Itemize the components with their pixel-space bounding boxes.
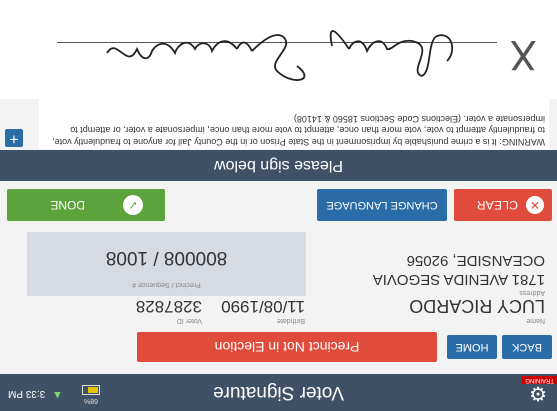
voter-signature-screen: ⚙ TRAINING Voter Signature 68% ▲ 3:33 PM… bbox=[0, 0, 557, 411]
name-label: Name bbox=[526, 317, 545, 324]
change-language-button[interactable]: CHANGE LANGUAGE bbox=[317, 189, 447, 221]
check-icon: ✓ bbox=[123, 195, 143, 215]
top-bar: ⚙ TRAINING Voter Signature 68% ▲ 3:33 PM bbox=[0, 374, 557, 411]
legal-warning: WARNING: It is a crime punishable by imp… bbox=[39, 99, 549, 149]
voter-id: 3287828 bbox=[135, 297, 202, 316]
voter-id-label: Voter ID bbox=[176, 317, 202, 324]
voter-name: LUCY RICARDO bbox=[409, 296, 545, 316]
birthdate-label: Birthdate bbox=[276, 317, 305, 324]
close-icon: ✕ bbox=[526, 196, 544, 214]
precinct-label: Precinct / Sequence # bbox=[132, 281, 201, 288]
clear-button[interactable]: ✕ CLEAR bbox=[454, 189, 552, 221]
wifi-icon: ▲ bbox=[52, 389, 63, 401]
expand-plus-button[interactable]: + bbox=[5, 129, 23, 147]
precinct-value: 800008 / 1008 bbox=[105, 247, 228, 268]
done-label: DONE bbox=[50, 198, 85, 212]
address-line1: 1781 AVENIDA SEGOVIA bbox=[372, 271, 545, 288]
battery-indicator: 68% bbox=[80, 385, 102, 404]
address-line2: OCEANSIDE, 92056 bbox=[406, 252, 545, 269]
battery-percent: 68% bbox=[84, 397, 99, 404]
voter-birthdate: 11/08/1990 bbox=[221, 297, 305, 316]
home-button[interactable]: HOME bbox=[447, 335, 497, 359]
clear-label: CLEAR bbox=[476, 198, 518, 212]
battery-icon bbox=[82, 385, 100, 395]
precinct-box: Precinct / Sequence # 800008 / 1008 bbox=[27, 232, 306, 296]
signature-x-mark: X bbox=[509, 31, 537, 77]
signature-drawing bbox=[106, 30, 454, 81]
back-button[interactable]: BACK bbox=[502, 335, 552, 359]
precinct-not-in-election-button[interactable]: Precinct Not in Election bbox=[137, 332, 437, 362]
clock: 3:33 PM bbox=[8, 388, 46, 399]
address-label: Address bbox=[519, 289, 545, 296]
sign-prompt-bar: Please sign below bbox=[0, 150, 557, 181]
done-button[interactable]: ✓ DONE bbox=[7, 189, 165, 221]
